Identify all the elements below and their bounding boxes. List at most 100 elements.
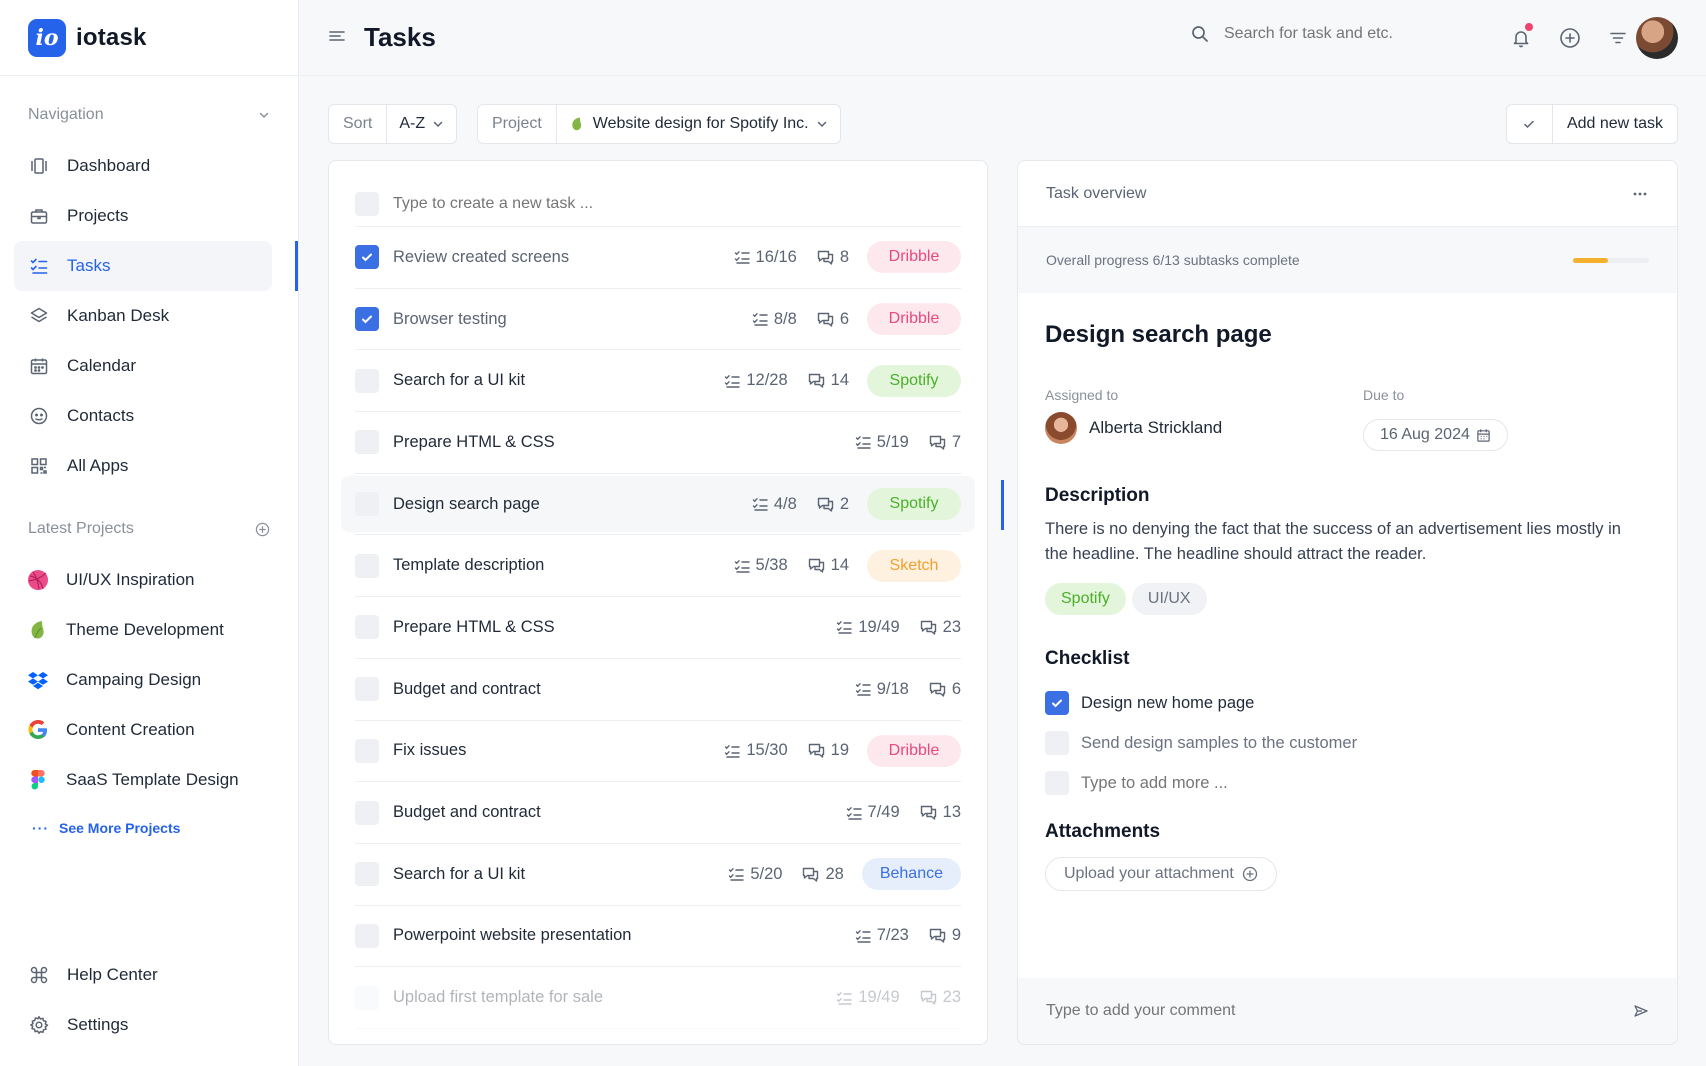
subtask-count: 9/18 [855, 680, 909, 699]
comment-count: 23 [920, 988, 961, 1007]
project-item-campaign[interactable]: Campaing Design [14, 655, 272, 705]
checkbox-unchecked[interactable] [355, 800, 379, 825]
project-select[interactable]: Website design for Spotify Inc. [557, 115, 840, 133]
search-input[interactable] [1224, 25, 1424, 43]
checklist-item-label: Design new home page [1081, 693, 1255, 712]
task-row[interactable]: Fix issues 15/30 19 Dribble [355, 721, 961, 783]
assignee[interactable]: Alberta Strickland [1045, 412, 1222, 444]
subtask-count-value: 7/49 [867, 803, 900, 822]
task-row[interactable]: Browser testing 8/8 6 Dribble [355, 289, 961, 351]
task-row[interactable]: Review created screens 16/16 8 Dribble [355, 227, 961, 289]
project-item-theme-dev[interactable]: Theme Development [14, 605, 272, 655]
checkbox-unchecked[interactable] [355, 923, 379, 948]
sidebar-item-calendar[interactable]: Calendar [14, 341, 272, 391]
search-bar[interactable] [1190, 24, 1424, 44]
calendar-icon [28, 355, 50, 377]
sidebar-item-tasks[interactable]: Tasks [14, 241, 298, 291]
tag-sketch[interactable]: Sketch [867, 549, 961, 582]
tag-spotify[interactable]: Spotify [867, 488, 961, 521]
project-item-ui-ux[interactable]: UI/UX Inspiration [14, 555, 272, 605]
task-name: Powerpoint website presentation [393, 926, 632, 945]
task-name: Search for a UI kit [393, 371, 526, 390]
checkbox-unchecked[interactable] [355, 553, 379, 578]
checkbox-unchecked[interactable] [355, 430, 379, 455]
navigation-heading[interactable]: Navigation [0, 104, 298, 126]
add-project-icon[interactable] [255, 522, 270, 537]
task-row[interactable]: Upload first template for sale 19/49 23 [355, 967, 961, 1029]
task-row[interactable]: Search for a UI kit 5/20 28 Behance [355, 844, 961, 906]
tag-spotify[interactable]: Spotify [867, 364, 961, 397]
overview-tags: Spotify UI/UX [1045, 583, 1213, 615]
task-row[interactable]: Budget and contract 9/18 6 [355, 659, 961, 721]
task-row[interactable]: Search for a UI kit 12/28 14 Spotify [355, 350, 961, 413]
task-name: Search for a UI kit [393, 864, 526, 883]
new-task-input[interactable] [393, 194, 793, 213]
task-meta: 15/30 19 [704, 741, 849, 760]
due-date-picker[interactable]: 16 Aug 2024 [1363, 419, 1508, 451]
sidebar-item-contacts[interactable]: Contacts [14, 391, 272, 441]
checkbox-unchecked[interactable] [355, 492, 379, 517]
menu-icon[interactable] [328, 29, 346, 43]
checkbox-unchecked[interactable] [355, 862, 379, 887]
tag-dribble[interactable]: Dribble [867, 241, 961, 274]
task-row[interactable]: Powerpoint website presentation 7/23 9 [355, 906, 961, 968]
send-icon[interactable] [1633, 1003, 1649, 1019]
sidebar-item-dashboard[interactable]: Dashboard [14, 141, 272, 191]
comment-input[interactable] [1046, 1002, 1546, 1020]
checkbox-unchecked[interactable] [355, 985, 379, 1010]
project-item-saas[interactable]: SaaS Template Design [14, 755, 272, 805]
checkbox-unchecked[interactable] [355, 738, 379, 763]
task-row[interactable]: Prepare HTML & CSS 5/19 7 [355, 412, 961, 474]
progress-bar-fill [1573, 257, 1608, 263]
checkbox-unchecked[interactable] [355, 615, 379, 640]
notifications-button[interactable] [1509, 23, 1533, 50]
upload-attachment-button[interactable]: Upload your attachment [1045, 857, 1277, 891]
task-row[interactable]: Budget and contract 7/49 13 [355, 782, 961, 844]
checkbox-checked[interactable] [355, 307, 379, 332]
subtasks-icon [725, 744, 741, 758]
new-task-row[interactable] [355, 181, 961, 227]
filter-button[interactable] [1606, 26, 1630, 50]
tag-dribble[interactable]: Dribble [867, 303, 961, 336]
checkbox-unchecked[interactable] [355, 368, 379, 393]
see-more-projects-link[interactable]: ··· See More Projects [32, 820, 180, 836]
checkbox-unchecked[interactable] [1045, 771, 1069, 795]
brand[interactable]: io iotask [0, 0, 298, 76]
sort-control[interactable]: Sort A-Z [328, 104, 458, 144]
sidebar-item-help-center[interactable]: Help Center [14, 950, 272, 1000]
tag-ui-ux[interactable]: UI/UX [1131, 583, 1207, 615]
subtask-count-value: 8/8 [773, 309, 797, 328]
new-task-checkbox[interactable] [355, 191, 379, 216]
sort-select[interactable]: A-Z [387, 115, 456, 133]
sidebar-item-projects[interactable]: Projects [14, 191, 272, 241]
project-filter[interactable]: Project Website design for Spotify Inc. [477, 104, 841, 144]
sidebar-item-all-apps[interactable]: All Apps [14, 441, 272, 491]
checklist-add-input[interactable] [1081, 773, 1381, 793]
checklist-item[interactable]: Send design samples to the customer [1045, 723, 1381, 763]
tag-dribble[interactable]: Dribble [867, 734, 961, 767]
check-icon [1507, 105, 1553, 143]
tag-spotify[interactable]: Spotify [1045, 583, 1126, 615]
checkbox-checked[interactable] [1045, 691, 1069, 715]
task-row[interactable]: Design search page 4/8 2 Spotify [341, 474, 1004, 536]
sidebar-item-kanban[interactable]: Kanban Desk [14, 291, 272, 341]
checklist-item[interactable]: Design new home page [1045, 683, 1381, 723]
checklist-add-row[interactable] [1045, 763, 1381, 803]
subtask-count-value: 19/49 [858, 617, 900, 636]
checklist-item-label: Send design samples to the customer [1081, 733, 1358, 752]
task-row[interactable]: Prepare HTML & CSS 19/49 23 [355, 597, 961, 659]
checkbox-checked[interactable] [355, 245, 379, 270]
more-horizontal-icon[interactable] [1631, 191, 1649, 197]
comment-count-value: 14 [830, 371, 849, 390]
checkbox-unchecked[interactable] [1045, 731, 1069, 755]
add-button[interactable] [1558, 26, 1582, 50]
user-avatar[interactable] [1636, 17, 1678, 59]
tag-behance[interactable]: Behance [861, 858, 961, 891]
sidebar-item-settings[interactable]: Settings [14, 1000, 272, 1050]
task-name: Review created screens [393, 247, 570, 266]
subtask-count: 19/49 [836, 988, 900, 1007]
task-row[interactable]: Template description 5/38 14 Sketch [355, 535, 961, 598]
project-item-content[interactable]: Content Creation [14, 705, 272, 755]
add-new-task-button[interactable]: Add new task [1505, 104, 1678, 144]
checkbox-unchecked[interactable] [355, 677, 379, 702]
